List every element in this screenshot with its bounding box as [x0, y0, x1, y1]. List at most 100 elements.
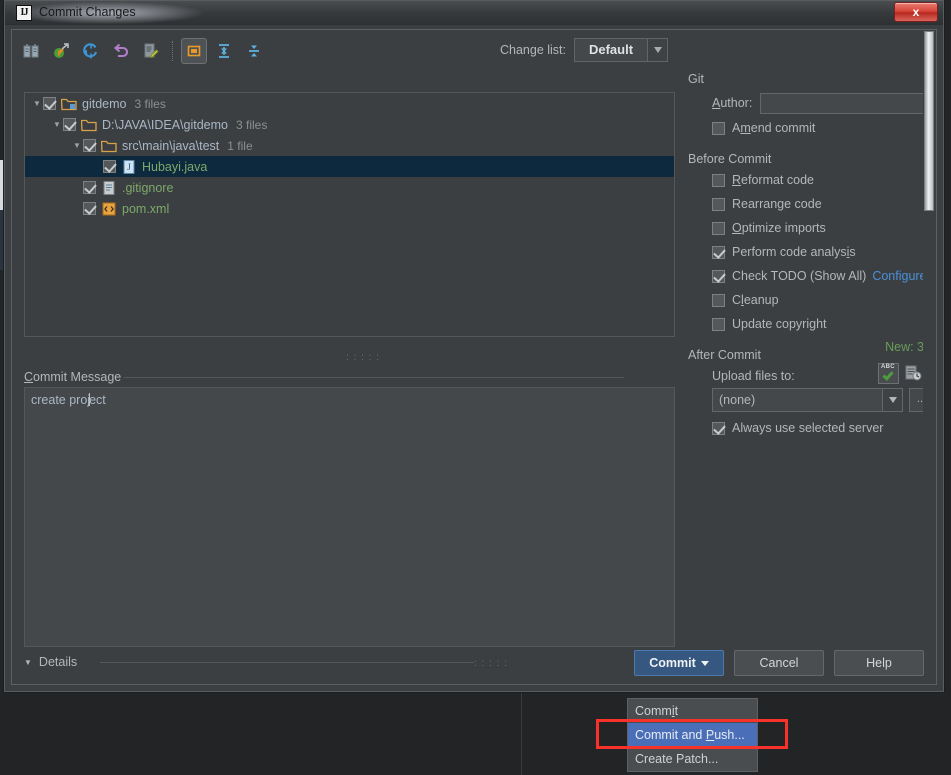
- change-list-combobox[interactable]: Default: [574, 38, 668, 62]
- desktop-divider: [521, 690, 522, 775]
- git-section-line: [714, 78, 934, 79]
- before-commit-label: Reformat code: [732, 173, 814, 187]
- changed-files-tree[interactable]: ▼ gitdemo 3 files ▼ D:\JAVA\IDEA\gitdemo 3 fi…: [24, 92, 675, 337]
- tree-row-name: pom.xml: [122, 201, 170, 216]
- before-commit-label: Update copyright: [732, 317, 827, 331]
- chevron-down-icon[interactable]: ▼: [31, 99, 43, 108]
- always-use-server-checkbox[interactable]: [712, 421, 725, 435]
- tree-row-count: 1 file: [227, 138, 253, 153]
- changes-toolbar: [18, 36, 267, 66]
- tree-row-checkbox[interactable]: [63, 118, 76, 131]
- before-commit-item[interactable]: Cleanup: [688, 288, 934, 312]
- module-folder-icon: [61, 97, 77, 111]
- tree-row[interactable]: ▼ gitdemo 3 files: [25, 93, 674, 114]
- tree-row-checkbox[interactable]: [83, 181, 96, 194]
- git-section: Git Author: Amend commit: [688, 70, 934, 140]
- details-splitter-handle[interactable]: : : : : :: [474, 658, 508, 669]
- menu-item[interactable]: Create Patch...: [628, 747, 757, 771]
- rollback-icon[interactable]: [108, 38, 134, 64]
- tree-row[interactable]: .gitignore: [25, 177, 674, 198]
- chevron-down-icon[interactable]: ▼: [71, 141, 83, 150]
- expand-all-icon[interactable]: [211, 38, 237, 64]
- before-commit-label: Optimize imports: [732, 221, 826, 235]
- chevron-down-icon[interactable]: [882, 389, 902, 411]
- before-commit-checkbox[interactable]: [712, 269, 725, 283]
- tree-splitter-handle[interactable]: : : : : :: [346, 352, 380, 363]
- before-commit-checkbox[interactable]: [712, 197, 725, 211]
- tree-row[interactable]: pom.xml: [25, 198, 674, 219]
- before-commit-section: Before Commit Reformat code Rearrange cod…: [688, 150, 934, 336]
- configure-todo-link[interactable]: Configure: [872, 269, 926, 283]
- after-commit-title: After Commit: [688, 348, 761, 362]
- always-use-server-label: Always use selected server: [732, 421, 884, 435]
- revert-icon[interactable]: [48, 38, 74, 64]
- tree-row-name: src\main\java\test: [122, 138, 220, 153]
- tree-row[interactable]: ▼ D:\JAVA\IDEA\gitdemo 3 files: [25, 114, 674, 135]
- tree-row-count: 3 files: [235, 117, 268, 132]
- tree-row-name: gitdemo: [82, 96, 127, 111]
- dialog-content: Change list: Default ▼ gitdemo 3 files ▼ D:\…: [11, 29, 937, 685]
- edit-source-icon[interactable]: [138, 38, 164, 64]
- refresh-icon[interactable]: [78, 38, 104, 64]
- options-scrollbar-thumb[interactable]: [924, 31, 934, 211]
- chevron-down-icon[interactable]: ▼: [51, 120, 63, 129]
- tree-row[interactable]: ▼ src\main\java\test 1 file: [25, 135, 674, 156]
- options-scrollbar[interactable]: [923, 31, 935, 683]
- upload-target-combobox[interactable]: (none): [712, 388, 903, 412]
- text-file-icon: [101, 180, 117, 195]
- upload-target-value: (none): [719, 393, 756, 407]
- before-commit-checkbox[interactable]: [712, 317, 725, 331]
- details-toggle[interactable]: ▼ Details: [24, 655, 77, 669]
- details-label: Details: [38, 655, 78, 669]
- close-icon[interactable]: x: [894, 2, 938, 22]
- cancel-button[interactable]: Cancel: [734, 650, 824, 676]
- amend-commit-checkbox[interactable]: [712, 121, 725, 135]
- tree-row-checkbox[interactable]: [43, 97, 56, 110]
- svg-text:J: J: [127, 162, 131, 172]
- before-commit-item[interactable]: Perform code analysis: [688, 240, 934, 264]
- change-list-label: Change list:: [499, 43, 566, 57]
- show-diff-icon[interactable]: [18, 38, 44, 64]
- commit-changes-dialog: IJ Commit Changes x Change list: Default…: [4, 0, 944, 692]
- before-commit-checkbox[interactable]: [712, 293, 725, 307]
- before-commit-item[interactable]: Check TODO (Show All) Configure: [688, 264, 934, 288]
- author-input[interactable]: [760, 92, 934, 114]
- upload-target-row: (none) ...: [688, 388, 934, 412]
- commit-message-input[interactable]: create project: [24, 387, 675, 647]
- before-commit-label: Check TODO (Show All): [732, 269, 867, 283]
- before-commit-item[interactable]: Reformat code: [688, 168, 934, 192]
- before-commit-checkbox[interactable]: [712, 173, 725, 187]
- window-title: Commit Changes: [39, 5, 136, 19]
- before-commit-label: Rearrange code: [732, 197, 822, 211]
- chevron-down-icon: [700, 660, 709, 666]
- before-commit-item[interactable]: Rearrange code: [688, 192, 934, 216]
- before-commit-line: [780, 158, 934, 159]
- commit-button[interactable]: Commit: [634, 650, 724, 676]
- tree-row-checkbox[interactable]: [83, 139, 96, 152]
- before-commit-item[interactable]: Optimize imports: [688, 216, 934, 240]
- always-use-server-row[interactable]: Always use selected server: [688, 416, 934, 440]
- amend-commit-row[interactable]: Amend commit: [688, 116, 934, 140]
- group-by-directory-icon[interactable]: [181, 38, 207, 64]
- commit-message-value-suffix: ect: [89, 393, 106, 407]
- details-separator: [100, 662, 474, 663]
- after-commit-section: After Commit Upload files to: (none) ...: [688, 346, 934, 440]
- dialog-button-row: Commit Cancel Help: [634, 650, 924, 676]
- git-section-header: Git: [688, 70, 934, 88]
- git-section-title: Git: [688, 72, 704, 86]
- commit-message-separator: [124, 377, 624, 378]
- change-list-value: Default: [588, 42, 634, 57]
- toolbar-separator: [172, 41, 173, 61]
- tree-row[interactable]: J Hubayi.java: [25, 156, 674, 177]
- chevron-down-icon[interactable]: [647, 39, 667, 61]
- tree-row-checkbox[interactable]: [83, 202, 96, 215]
- before-commit-checkbox[interactable]: [712, 245, 725, 259]
- help-button[interactable]: Help: [834, 650, 924, 676]
- before-commit-checkbox[interactable]: [712, 221, 725, 235]
- collapse-all-icon[interactable]: [241, 38, 267, 64]
- amend-commit-label: Amend commit: [732, 121, 816, 135]
- before-commit-item[interactable]: Update copyright: [688, 312, 934, 336]
- highlight-box: [596, 719, 788, 749]
- tree-row-checkbox[interactable]: [103, 160, 116, 173]
- commit-message-value-prefix: create proj: [31, 393, 91, 407]
